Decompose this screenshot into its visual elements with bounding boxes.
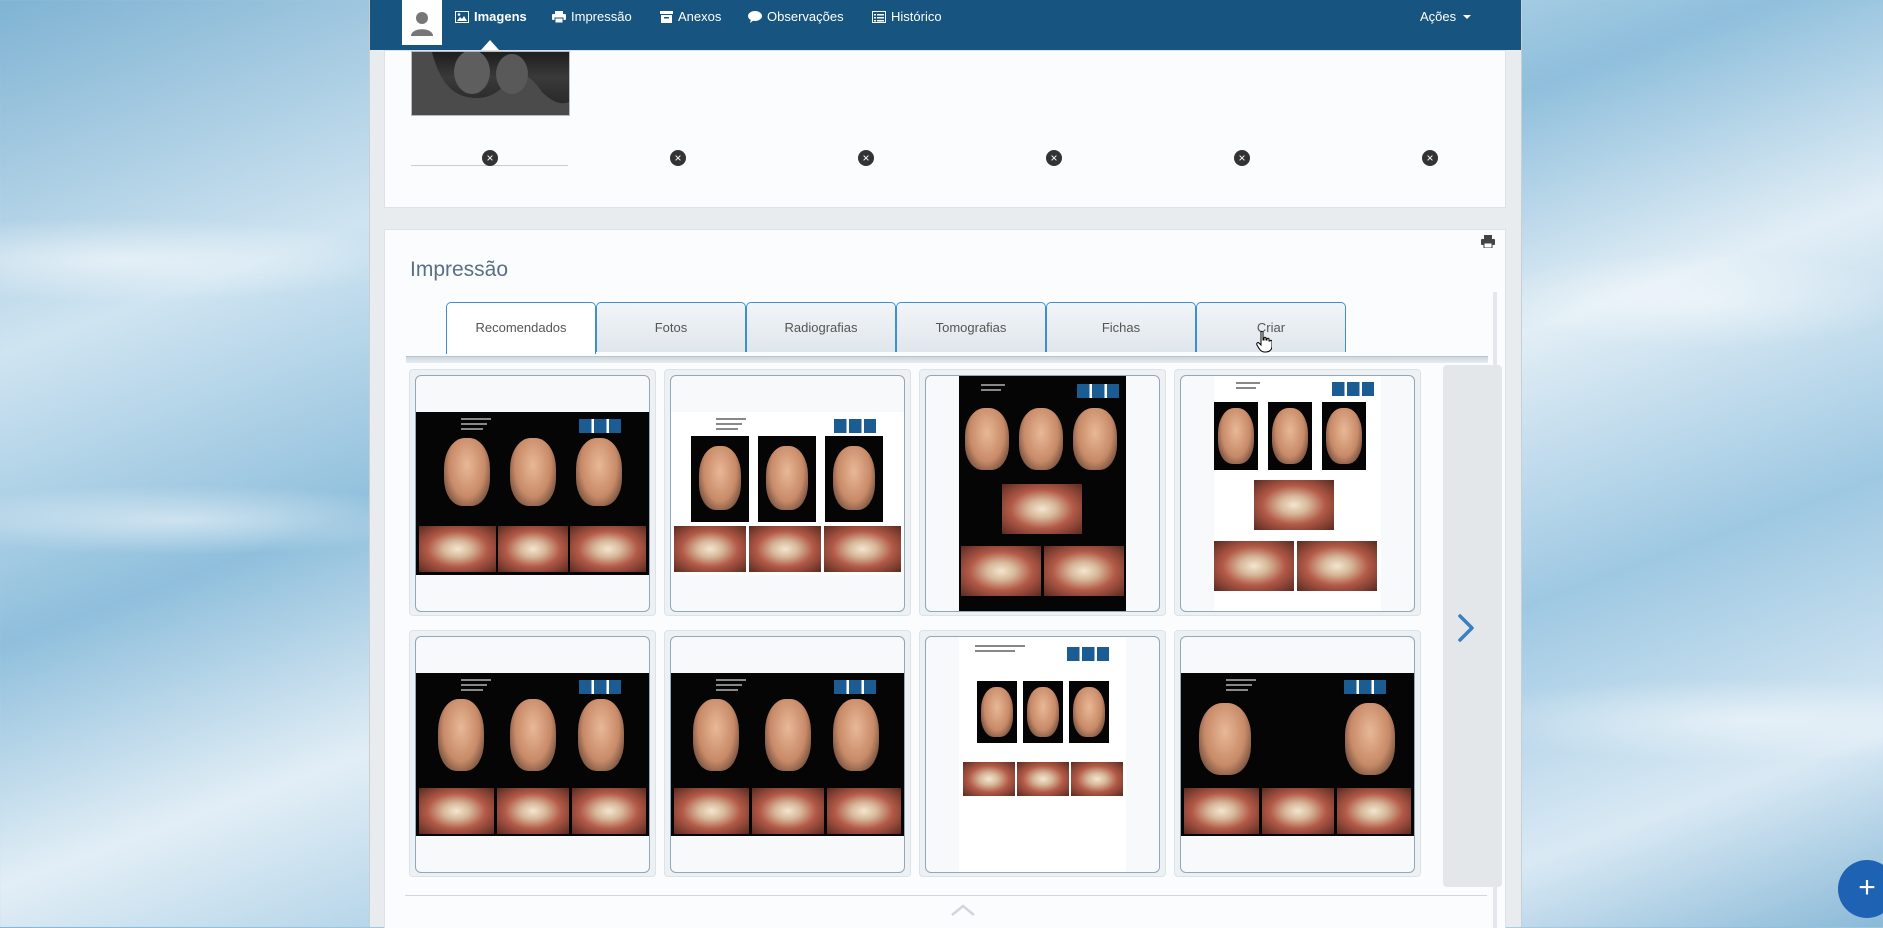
template-card-wrap (409, 369, 656, 616)
logo-image (579, 419, 621, 433)
tab-tomografias[interactable]: Tomografias (896, 302, 1046, 352)
layout-preview (959, 637, 1126, 872)
layout-template-card[interactable] (670, 375, 905, 612)
tab-recomendados[interactable]: Recomendados (446, 302, 596, 354)
archive-icon (660, 10, 673, 23)
caret-down-icon (1463, 14, 1472, 19)
remove-image-button[interactable]: × (1422, 150, 1438, 166)
image-icon (455, 10, 469, 23)
nav-impressao[interactable]: Impressão (552, 0, 632, 33)
close-icon: × (1050, 151, 1058, 165)
nav-label: Observações (767, 9, 844, 24)
xray-image (412, 50, 569, 115)
nav-label: Histórico (891, 9, 942, 24)
avatar[interactable] (402, 0, 442, 45)
nav-anexos[interactable]: Anexos (660, 0, 721, 33)
user-icon (411, 11, 433, 36)
close-icon: × (862, 151, 870, 165)
plus-icon: + (1858, 871, 1876, 904)
add-button[interactable]: + (1838, 860, 1883, 918)
tab-fotos[interactable]: Fotos (596, 302, 746, 352)
tab-radiografias[interactable]: Radiografias (746, 302, 896, 352)
print-icon (552, 10, 566, 23)
active-nav-indicator (481, 40, 499, 50)
layout-preview (1214, 376, 1381, 611)
tabs-bar (406, 356, 1488, 363)
close-icon: × (1426, 151, 1434, 165)
template-card-wrap (919, 369, 1166, 616)
comment-icon (748, 10, 762, 23)
actions-label: Ações (1420, 9, 1457, 24)
main-content: Imagens Impressão Anexos Observações His… (369, 0, 1522, 928)
template-card-wrap (664, 630, 911, 877)
layout-template-card[interactable] (925, 636, 1160, 873)
close-icon: × (486, 151, 494, 165)
remove-image-button[interactable]: × (482, 150, 498, 166)
close-icon: × (674, 151, 682, 165)
chevron-right-icon (1458, 614, 1474, 642)
print-panel: Impressão Recomendados Fotos Radiografia… (384, 229, 1506, 928)
layout-preview (671, 412, 904, 575)
list-icon (872, 10, 886, 23)
logo-image (1344, 680, 1386, 694)
logo-image (1077, 384, 1119, 398)
tab-fichas[interactable]: Fichas (1046, 302, 1196, 352)
section-title: Impressão (410, 258, 509, 281)
close-icon: × (1238, 151, 1246, 165)
layout-template-card[interactable] (415, 375, 650, 612)
template-card-wrap (919, 630, 1166, 877)
logo-image (1067, 647, 1109, 661)
layout-preview (959, 376, 1126, 611)
logo-image (1332, 382, 1374, 396)
collapse-button[interactable] (950, 903, 976, 922)
template-card-wrap (409, 630, 656, 877)
remove-image-button[interactable]: × (1234, 150, 1250, 166)
layout-template-card[interactable] (670, 636, 905, 873)
hand-cursor-icon (1256, 330, 1273, 358)
layout-template-card[interactable] (925, 375, 1160, 612)
nav-label: Anexos (678, 9, 722, 24)
layout-template-card[interactable] (415, 636, 650, 873)
print-icon[interactable] (1481, 235, 1495, 253)
xray-thumbnail[interactable] (411, 50, 570, 116)
nav-label: Imagens (474, 9, 527, 24)
remove-image-button[interactable]: × (858, 150, 874, 166)
layout-template-card[interactable] (1180, 636, 1415, 873)
layout-preview (416, 673, 649, 836)
logo-image (579, 680, 621, 694)
layout-template-card[interactable] (1180, 375, 1415, 612)
layout-preview (416, 412, 649, 575)
nav-historico[interactable]: Histórico (872, 0, 942, 33)
nav-observacoes[interactable]: Observações (748, 0, 844, 33)
carousel-bottom-divider (405, 895, 1487, 896)
nav-imagens[interactable]: Imagens (455, 0, 527, 33)
remove-image-button[interactable]: × (1046, 150, 1062, 166)
top-navbar: Imagens Impressão Anexos Observações His… (370, 0, 1521, 50)
layout-preview (671, 673, 904, 836)
logo-image (834, 419, 876, 433)
carousel-next-button[interactable] (1456, 613, 1476, 648)
images-panel: × × × × × × (384, 50, 1506, 208)
template-card-wrap (1174, 630, 1421, 877)
chevron-up-icon (951, 904, 975, 916)
template-card-wrap (1174, 369, 1421, 616)
layout-preview (1181, 673, 1414, 836)
nav-label: Impressão (571, 9, 632, 24)
actions-dropdown[interactable]: Ações (1420, 0, 1472, 33)
logo-image (834, 680, 876, 694)
remove-image-button[interactable]: × (670, 150, 686, 166)
template-card-wrap (664, 369, 911, 616)
